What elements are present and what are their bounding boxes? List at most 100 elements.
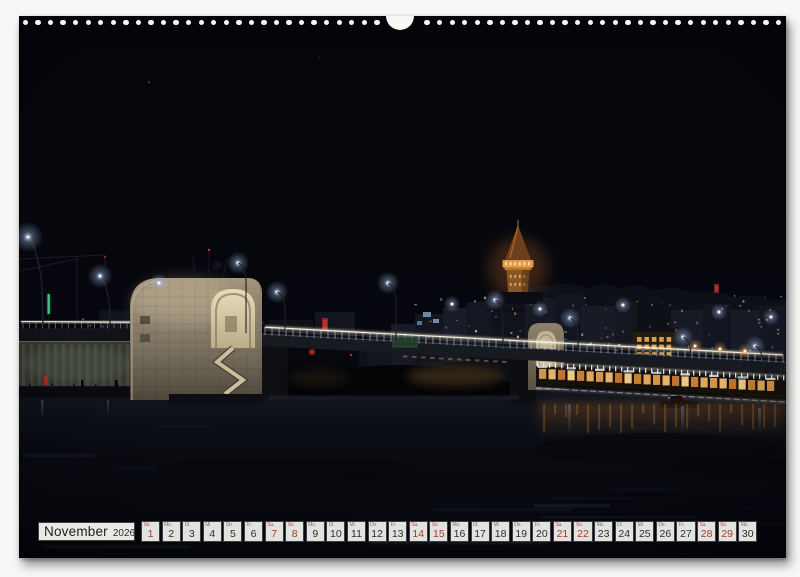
punch-hole — [337, 20, 342, 25]
day-cell: Mo. 2 — [162, 521, 181, 542]
punch-hole — [588, 20, 593, 25]
day-cell: Mo. 23 — [594, 521, 613, 542]
punch-hole — [173, 20, 178, 25]
day-number: 6 — [245, 529, 262, 540]
calendar-strip: November 2026 So. 1 Mo. 2 Di. 3 Mi. 4 Do… — [38, 521, 759, 542]
day-number: 17 — [472, 529, 489, 540]
day-cell: Mo. 16 — [450, 521, 469, 542]
day-number: 21 — [554, 529, 571, 540]
month-label: November — [44, 524, 108, 539]
day-number: 9 — [307, 529, 324, 540]
day-cell: Fr. 20 — [532, 521, 551, 542]
punch-hole — [136, 20, 141, 25]
day-number: 14 — [410, 529, 427, 540]
day-cell: Fr. 6 — [244, 521, 263, 542]
punch-hole — [161, 20, 166, 25]
day-cell: Sa. 7 — [265, 521, 284, 542]
month-box: November 2026 — [38, 522, 135, 541]
day-cell: Mi. 18 — [491, 521, 510, 542]
calendar-page: November 2026 So. 1 Mo. 2 Di. 3 Mi. 4 Do… — [19, 16, 786, 558]
day-number: 3 — [183, 529, 200, 540]
punch-hole — [274, 20, 279, 25]
punch-hole — [726, 20, 731, 25]
punch-hole — [86, 20, 91, 25]
day-number: 25 — [636, 529, 653, 540]
day-cell: Sa. 14 — [409, 521, 428, 542]
day-cell: Sa. 28 — [697, 521, 716, 542]
punch-hole — [111, 20, 116, 25]
punch-hole — [701, 20, 706, 25]
punch-hole — [23, 20, 28, 25]
day-number: 11 — [348, 529, 365, 540]
day-number: 1 — [142, 529, 159, 540]
punch-hole — [148, 20, 153, 25]
punch-hole — [613, 20, 618, 25]
day-cell: Fr. 27 — [676, 521, 695, 542]
day-number: 26 — [657, 529, 674, 540]
day-cell: Mo. 30 — [738, 521, 757, 542]
day-cell: Sa. 21 — [553, 521, 572, 542]
day-number: 24 — [616, 529, 633, 540]
punch-hole — [650, 20, 655, 25]
night-photo-galata-bridge — [19, 16, 786, 558]
punch-hole — [236, 20, 241, 25]
day-number: 10 — [327, 529, 344, 540]
punch-hole — [199, 20, 204, 25]
day-cell: So. 1 — [141, 521, 160, 542]
day-number: 28 — [698, 529, 715, 540]
day-cell: So. 8 — [285, 521, 304, 542]
day-number: 8 — [286, 529, 303, 540]
day-number: 5 — [224, 529, 241, 540]
day-number: 18 — [492, 529, 509, 540]
punch-hole — [60, 20, 65, 25]
day-number: 16 — [451, 529, 468, 540]
punch-hole — [525, 20, 530, 25]
product-photo-background: { "calendar": { "month_label": "November… — [0, 0, 800, 577]
punch-hole — [487, 20, 492, 25]
day-number: 22 — [574, 529, 591, 540]
punch-hole — [562, 20, 567, 25]
punch-hole — [763, 20, 768, 25]
day-number: 19 — [513, 529, 530, 540]
day-cell: Di. 10 — [326, 521, 345, 542]
day-number: 23 — [595, 529, 612, 540]
day-cell: Di. 24 — [615, 521, 634, 542]
day-cell: So. 22 — [573, 521, 592, 542]
day-cells: So. 1 Mo. 2 Di. 3 Mi. 4 Do. 5 Fr. 6 Sa. … — [141, 521, 759, 542]
day-cell: Do. 5 — [223, 521, 242, 542]
punch-hole — [776, 20, 781, 25]
punch-hole — [663, 20, 668, 25]
punch-hole — [738, 20, 743, 25]
punch-hole — [450, 20, 455, 25]
day-cell: Di. 3 — [182, 521, 201, 542]
punch-hole — [249, 20, 254, 25]
punch-hole — [638, 20, 643, 25]
punch-hole — [35, 20, 40, 25]
day-number: 7 — [266, 529, 283, 540]
punch-hole — [374, 20, 379, 25]
punch-hole — [537, 20, 542, 25]
day-cell: Do. 12 — [368, 521, 387, 542]
day-number: 13 — [389, 529, 406, 540]
punch-hole — [123, 20, 128, 25]
day-number: 2 — [163, 529, 180, 540]
punch-hole — [675, 20, 680, 25]
day-cell: Di. 17 — [471, 521, 490, 542]
day-number: 4 — [204, 529, 221, 540]
punch-hole — [751, 20, 756, 25]
punch-hole — [424, 20, 429, 25]
day-number: 15 — [430, 529, 447, 540]
punch-hole — [475, 20, 480, 25]
day-number: 12 — [369, 529, 386, 540]
day-cell: Mi. 25 — [635, 521, 654, 542]
punch-hole — [224, 20, 229, 25]
day-cell: Mi. 11 — [347, 521, 366, 542]
punch-hole — [512, 20, 517, 25]
day-cell: Do. 19 — [512, 521, 531, 542]
day-cell: So. 29 — [718, 521, 737, 542]
punch-hole — [625, 20, 630, 25]
day-number: 20 — [533, 529, 550, 540]
day-number: 29 — [719, 529, 736, 540]
punch-hole — [500, 20, 505, 25]
day-number: 27 — [677, 529, 694, 540]
